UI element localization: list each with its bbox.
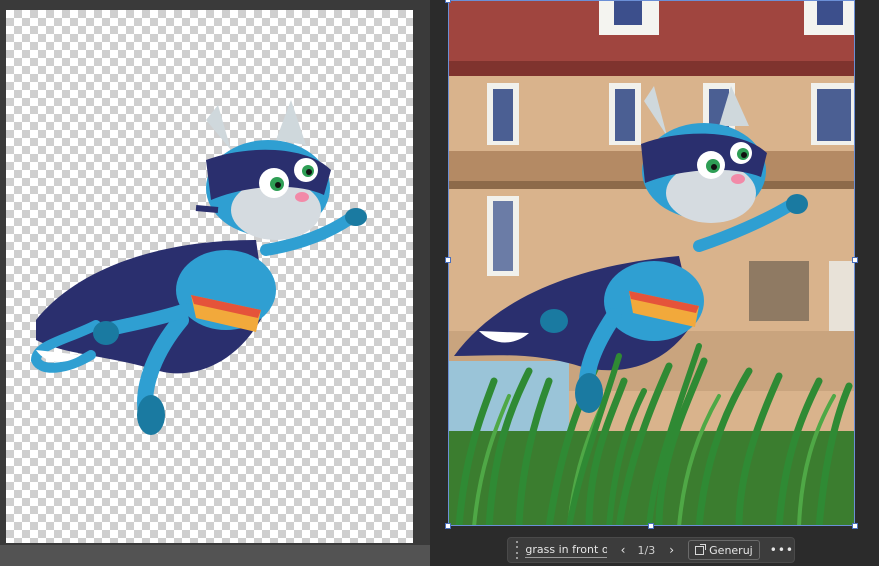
left-panel — [0, 0, 430, 566]
selection-handle-mid-left[interactable] — [445, 257, 451, 263]
transparent-canvas-left[interactable] — [6, 10, 413, 543]
chevron-left-icon[interactable]: ‹ — [615, 543, 632, 557]
superhero-cat-image — [30, 100, 367, 435]
left-panel-scrollbar[interactable] — [0, 545, 430, 566]
selection-handle-bottom-center[interactable] — [648, 523, 654, 529]
selection-handle-mid-right[interactable] — [852, 257, 858, 263]
variation-counter: 1/3 — [637, 543, 656, 557]
generated-canvas-right[interactable] — [448, 0, 855, 526]
generate-button-label: Generuj — [709, 543, 753, 557]
generated-scene-image — [449, 1, 854, 525]
more-options-icon[interactable]: ••• — [770, 543, 794, 557]
contextual-task-bar: grass in front o... ‹ 1/3 › Generuj ••• — [507, 537, 795, 563]
selection-handle-bottom-right[interactable] — [852, 523, 858, 529]
generate-icon — [695, 543, 707, 555]
generate-button[interactable]: Generuj — [688, 540, 760, 560]
drag-handle-icon[interactable] — [512, 541, 521, 559]
prompt-input[interactable]: grass in front o... — [525, 543, 607, 558]
selection-handle-top-left[interactable] — [445, 0, 451, 3]
chevron-right-icon[interactable]: › — [663, 543, 680, 557]
selection-handle-bottom-left[interactable] — [445, 523, 451, 529]
